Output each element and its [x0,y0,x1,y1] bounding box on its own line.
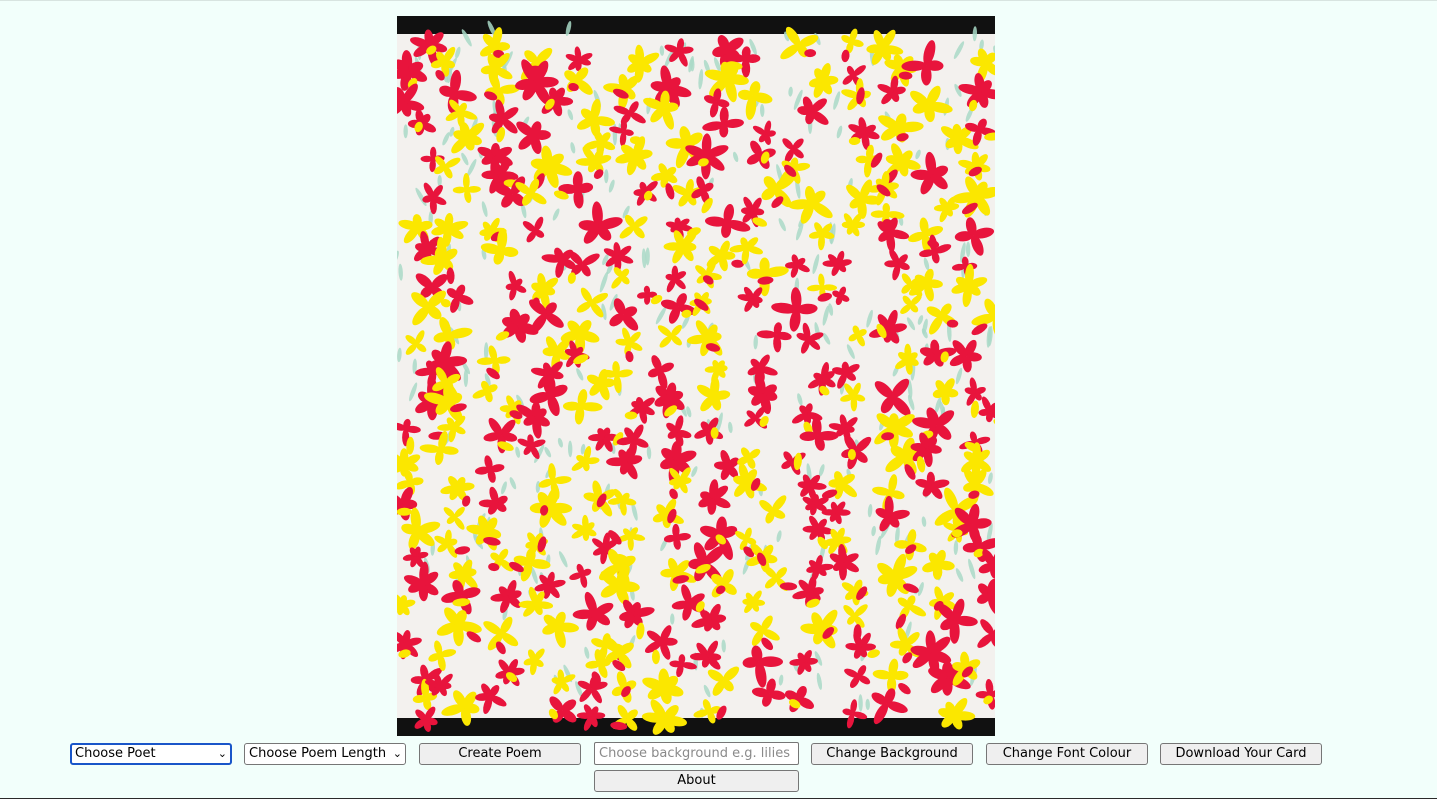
poem-length-select[interactable]: Choose Poem Length ⌄ [244,743,406,765]
poet-select[interactable]: Choose Poet ⌄ [70,743,232,765]
chevron-down-icon: ⌄ [392,747,402,760]
download-card-button[interactable]: Download Your Card [1160,743,1322,765]
change-font-colour-button[interactable]: Change Font Colour [986,743,1148,765]
chevron-down-icon: ⌄ [217,747,227,760]
poem-length-select-value: Choose Poem Length [249,746,387,761]
create-poem-button[interactable]: Create Poem [419,743,581,765]
background-search-input[interactable] [594,742,799,765]
change-background-button[interactable]: Change Background [811,743,973,765]
about-button[interactable]: About [594,770,799,792]
floral-background-image [397,16,995,736]
poet-select-value: Choose Poet [75,746,156,761]
poem-card [397,16,995,736]
